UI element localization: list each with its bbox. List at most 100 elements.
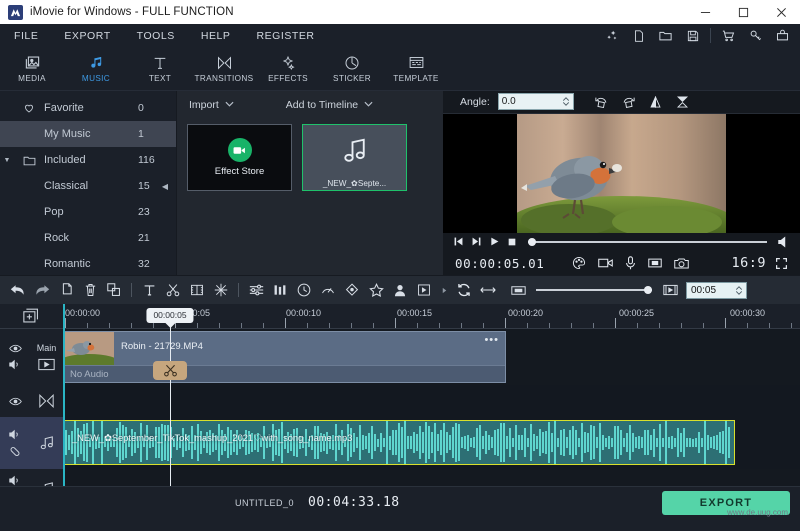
save-icon[interactable]: [679, 24, 706, 47]
flip-vertical-icon[interactable]: [673, 92, 692, 112]
audio-clip-box[interactable]: _NEW_✿Septe...: [302, 124, 407, 191]
track-body-transition[interactable]: [63, 385, 800, 417]
audio-clip[interactable]: _NEW_✿September_TikTok_mashup_2021♡with_…: [63, 420, 735, 465]
sidebar-item-included[interactable]: ▼ Included 116: [0, 147, 176, 173]
skip-previous-icon[interactable]: [453, 236, 464, 247]
play-icon[interactable]: [489, 236, 500, 247]
tab-sticker[interactable]: STICKER: [320, 47, 384, 90]
fullscreen-icon[interactable]: [775, 257, 788, 270]
duration-input[interactable]: 00:05: [686, 281, 747, 299]
chevron-down-icon[interactable]: ▼: [0, 157, 14, 164]
tab-transitions[interactable]: TRANSITIONS: [192, 47, 256, 90]
menu-tools[interactable]: TOOLS: [124, 30, 188, 42]
duration-stepper[interactable]: [735, 285, 743, 296]
new-project-icon[interactable]: [625, 24, 652, 47]
portrait-mask-icon[interactable]: [388, 278, 412, 302]
text-tool-icon[interactable]: [137, 278, 161, 302]
rotate-right-icon[interactable]: [619, 92, 638, 112]
crop-icon[interactable]: [648, 257, 663, 269]
microphone-icon[interactable]: [625, 256, 636, 270]
video-clip[interactable]: Robin - 21729.MP4 ••• No Audio: [63, 331, 506, 383]
sidebar-item-my-music[interactable]: My Music 1: [0, 121, 176, 147]
eye-icon[interactable]: [8, 344, 22, 353]
delete-icon[interactable]: [78, 278, 102, 302]
redo-icon[interactable]: [30, 278, 54, 302]
effect-store-tile[interactable]: Effect Store: [187, 124, 292, 191]
import-dropdown[interactable]: Import: [181, 95, 242, 115]
video-track-icon[interactable]: [38, 358, 55, 371]
zoom-slider[interactable]: [536, 285, 652, 294]
zoom-out-icon[interactable]: [506, 278, 530, 302]
menu-export[interactable]: EXPORT: [51, 30, 123, 42]
music-note-icon[interactable]: [39, 435, 55, 451]
close-button[interactable]: [762, 0, 800, 24]
volume-slider-knob[interactable]: [528, 237, 536, 246]
cart-icon[interactable]: [715, 24, 742, 47]
add-to-timeline-dropdown[interactable]: Add to Timeline: [278, 95, 381, 115]
speaker-icon[interactable]: [9, 359, 21, 370]
aspect-ratio-value[interactable]: 16:9: [731, 255, 766, 271]
maximize-button[interactable]: [724, 0, 762, 24]
color-palette-icon[interactable]: [572, 256, 586, 270]
picture-in-picture-icon[interactable]: [412, 278, 436, 302]
angle-input[interactable]: 0.0: [497, 93, 574, 111]
flip-horizontal-icon[interactable]: [646, 92, 665, 112]
playhead-line[interactable]: [170, 324, 171, 486]
cut-scissors-icon[interactable]: [161, 278, 185, 302]
color-match-icon[interactable]: [340, 278, 364, 302]
chevron-left-icon[interactable]: ◀: [162, 182, 168, 191]
sidebar-item-pop[interactable]: Pop 23: [0, 199, 176, 225]
fit-timeline-icon[interactable]: [476, 278, 500, 302]
split-clip-icon[interactable]: [185, 278, 209, 302]
zoom-slider-knob[interactable]: [644, 285, 652, 294]
tab-template[interactable]: TEMPLATE: [384, 47, 448, 90]
angle-stepper[interactable]: [562, 96, 570, 107]
speaker-icon[interactable]: [9, 429, 21, 440]
adjust-sliders-icon[interactable]: [244, 278, 268, 302]
timeline-ruler[interactable]: 00:00:00 00:00:05 00:00:10 00:00:15 00:0…: [0, 304, 800, 329]
refresh-render-icon[interactable]: [452, 278, 476, 302]
magic-wand-icon[interactable]: [598, 24, 625, 47]
menu-file[interactable]: FILE: [10, 30, 51, 42]
replace-icon[interactable]: [102, 278, 126, 302]
split-at-playhead-button[interactable]: [153, 361, 187, 380]
menu-register[interactable]: REGISTER: [243, 30, 327, 42]
duration-clock-icon[interactable]: [292, 278, 316, 302]
rotate-left-icon[interactable]: [592, 92, 611, 112]
tab-text[interactable]: TEXT: [128, 47, 192, 90]
open-folder-icon[interactable]: [652, 24, 679, 47]
zoom-in-icon[interactable]: [658, 278, 682, 302]
snapshot-camera-icon[interactable]: [674, 257, 690, 270]
tab-media[interactable]: MEDIA: [0, 47, 64, 90]
sidebar-item-classical[interactable]: Classical 15 ◀: [0, 173, 176, 199]
playhead-time-flag[interactable]: 00:00:05: [146, 308, 194, 323]
speed-gauge-icon[interactable]: [316, 278, 340, 302]
favorite-star-icon[interactable]: [364, 278, 388, 302]
audio-mixer-icon[interactable]: [268, 278, 292, 302]
tab-effects[interactable]: EFFECTS: [256, 47, 320, 90]
sidebar-item-favorite[interactable]: Favorite 0: [0, 95, 176, 121]
undo-icon[interactable]: [6, 278, 30, 302]
audio-clip-tile[interactable]: _NEW_✿Septe...: [302, 124, 407, 191]
stop-icon[interactable]: [507, 237, 517, 247]
transition-icon[interactable]: [39, 394, 54, 408]
link-icon[interactable]: [9, 446, 21, 457]
minimize-button[interactable]: [686, 0, 724, 24]
effect-store-box[interactable]: Effect Store: [187, 124, 292, 191]
record-video-icon[interactable]: [598, 257, 614, 269]
key-icon[interactable]: [742, 24, 769, 47]
copy-icon[interactable]: [54, 278, 78, 302]
sidebar-item-rock[interactable]: Rock 21: [0, 225, 176, 251]
video-clip-menu-icon[interactable]: •••: [484, 334, 499, 346]
speaker-icon[interactable]: [9, 475, 21, 486]
tab-music[interactable]: MUSIC: [64, 47, 128, 90]
speaker-icon[interactable]: [778, 236, 790, 248]
eye-icon[interactable]: [8, 397, 22, 406]
add-track-icon[interactable]: [0, 304, 63, 328]
track-body-audio-1[interactable]: _NEW_✿September_TikTok_mashup_2021♡with_…: [63, 417, 800, 469]
skip-next-icon[interactable]: [471, 236, 482, 247]
volume-slider[interactable]: [528, 237, 767, 246]
sidebar-item-romantic[interactable]: Romantic 32: [0, 251, 176, 277]
bag-icon[interactable]: [769, 24, 796, 47]
menu-help[interactable]: HELP: [188, 30, 244, 42]
